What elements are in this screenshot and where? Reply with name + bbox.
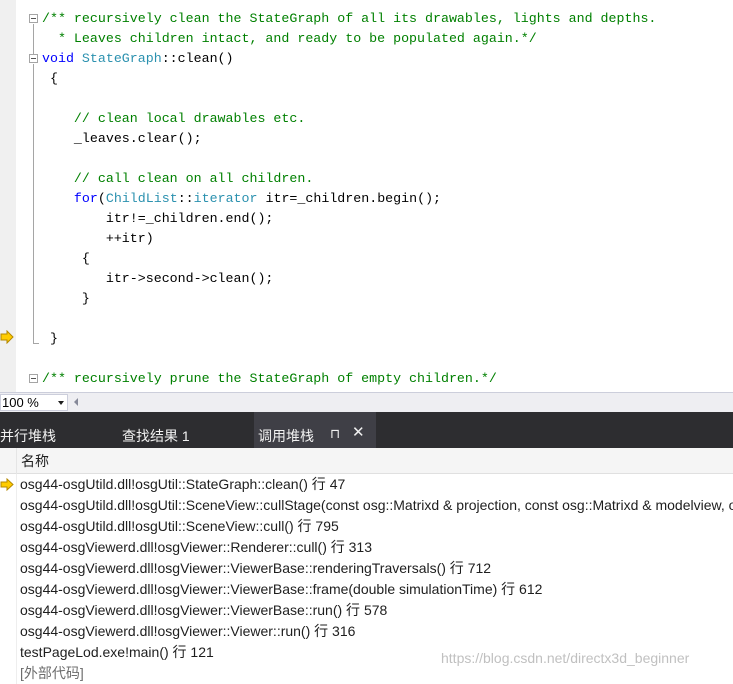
code-line[interactable]: /** recursively prune the StateGraph of … (42, 369, 497, 389)
code-line[interactable]: itr->second->clean(); (42, 269, 274, 289)
code-token: { (42, 71, 58, 86)
tab-find-results[interactable]: 查找结果 1 (108, 412, 254, 448)
row-divider (16, 537, 17, 558)
row-divider (16, 642, 17, 663)
table-row[interactable]: osg44-osgUtild.dll!osgUtil::SceneView::c… (0, 495, 733, 516)
code-token: :: (177, 191, 194, 206)
code-token: { (42, 251, 90, 266)
table-row-external-code[interactable]: [外部代码] (0, 663, 733, 684)
code-token: ChildList (105, 191, 178, 206)
close-icon[interactable]: ✕ (352, 425, 365, 440)
chevron-down-icon (58, 401, 64, 405)
code-token: /** recursively clean the StateGraph of … (42, 11, 657, 26)
frame-name: testPageLod.exe!main() 行 121 (20, 644, 214, 660)
outline-line (33, 24, 34, 56)
row-divider (16, 516, 17, 537)
tab-label: 查找结果 1 (122, 428, 190, 444)
code-line[interactable]: { (42, 69, 58, 89)
frame-name: osg44-osgUtild.dll!osgUtil::SceneView::c… (20, 497, 733, 513)
code-line[interactable]: * Leaves children intact, and ready to b… (42, 29, 537, 49)
code-token: ( (97, 191, 106, 206)
code-editor[interactable]: /** recursively clean the StateGraph of … (0, 0, 733, 392)
frame-name: osg44-osgViewerd.dll!osgViewer::Renderer… (20, 539, 372, 555)
frame-name: [外部代码] (20, 665, 84, 681)
row-divider (16, 579, 17, 600)
code-token: * Leaves children intact, and ready to b… (42, 31, 537, 46)
row-divider (16, 495, 17, 516)
table-row[interactable]: osg44-osgViewerd.dll!osgViewer::ViewerBa… (0, 579, 733, 600)
row-divider (16, 558, 17, 579)
tab-parallel-stacks[interactable]: 并行堆栈 (0, 412, 108, 448)
fold-minus-icon[interactable] (29, 14, 38, 23)
current-frame-arrow-icon (0, 478, 14, 491)
code-token: itr=_children.begin(); (257, 191, 442, 206)
code-line[interactable]: } (42, 289, 90, 309)
frame-name: osg44-osgUtild.dll!osgUtil::SceneView::c… (20, 518, 339, 534)
horizontal-scrollbar[interactable] (72, 397, 733, 408)
code-token: ::clean() (161, 51, 234, 66)
pin-icon[interactable]: ⊓ (330, 427, 340, 440)
code-line[interactable]: for(ChildList::iterator itr=_children.be… (42, 189, 441, 209)
column-header-name[interactable]: 名称 (16, 448, 49, 474)
code-token: iterator (193, 191, 258, 206)
code-token: itr->second->clean(); (42, 271, 274, 286)
code-line[interactable]: ++itr) (42, 229, 154, 249)
code-line[interactable]: // call clean on all children. (42, 169, 313, 189)
code-token: ++itr) (42, 231, 154, 246)
code-token: _leaves.clear(); (42, 131, 202, 146)
tab-label: 并行堆栈 (0, 428, 56, 444)
outline-margin (16, 0, 39, 392)
row-divider (16, 621, 17, 642)
outline-end (33, 343, 39, 344)
table-row[interactable]: osg44-osgViewerd.dll!osgViewer::Viewer::… (0, 621, 733, 642)
frame-name: osg44-osgUtild.dll!osgUtil::StateGraph::… (20, 476, 346, 492)
code-line[interactable]: _leaves.clear(); (42, 129, 202, 149)
row-divider (16, 474, 17, 495)
table-row[interactable]: osg44-osgUtild.dll!osgUtil::StateGraph::… (0, 474, 733, 495)
code-line[interactable]: { (42, 249, 90, 269)
callstack-header: 名称 (0, 448, 733, 474)
row-divider (16, 663, 17, 684)
code-token: StateGraph (81, 51, 162, 66)
code-token: } (42, 291, 90, 306)
code-token: /** recursively prune the StateGraph of … (42, 371, 497, 386)
fold-minus-icon[interactable] (29, 54, 38, 63)
code-token: void (42, 51, 74, 66)
code-line[interactable]: // clean local drawables etc. (42, 109, 305, 129)
code-token: for (73, 191, 98, 206)
code-line[interactable]: /** recursively clean the StateGraph of … (42, 9, 656, 29)
zoom-select[interactable]: 100 % (0, 394, 68, 411)
current-statement-arrow-icon (0, 330, 14, 344)
zoom-value: 100 % (2, 395, 39, 410)
frame-name: osg44-osgViewerd.dll!osgViewer::ViewerBa… (20, 602, 388, 618)
code-token: } (42, 331, 58, 346)
frame-name: osg44-osgViewerd.dll!osgViewer::Viewer::… (20, 623, 356, 639)
table-row[interactable]: osg44-osgUtild.dll!osgUtil::SceneView::c… (0, 516, 733, 537)
scroll-left-icon[interactable] (74, 398, 78, 406)
table-row[interactable]: osg44-osgViewerd.dll!osgViewer::Renderer… (0, 537, 733, 558)
tab-label: 调用堆栈 (258, 428, 314, 444)
code-line[interactable]: itr!=_children.end(); (42, 209, 274, 229)
code-token: itr!=_children.end(); (42, 211, 274, 226)
code-line[interactable]: } (42, 329, 58, 349)
code-token: // clean local drawables etc. (42, 111, 306, 126)
table-row[interactable]: osg44-osgViewerd.dll!osgViewer::ViewerBa… (0, 600, 733, 621)
table-row[interactable]: osg44-osgViewerd.dll!osgViewer::ViewerBa… (0, 558, 733, 579)
fold-minus-icon[interactable] (29, 374, 38, 383)
outline-line (33, 64, 34, 344)
frame-name: osg44-osgViewerd.dll!osgViewer::ViewerBa… (20, 581, 543, 597)
code-token: // call clean on all children. (42, 171, 314, 186)
frame-name: osg44-osgViewerd.dll!osgViewer::ViewerBa… (20, 560, 492, 576)
editor-status-bar: 100 % (0, 392, 733, 412)
tool-window-tabs: 并行堆栈 查找结果 1 调用堆栈 ⊓ ✕ (0, 412, 733, 448)
code-line[interactable]: void StateGraph::clean() (42, 49, 234, 69)
row-divider (16, 600, 17, 621)
watermark: https://blog.csdn.net/directx3d_beginner (441, 650, 690, 666)
